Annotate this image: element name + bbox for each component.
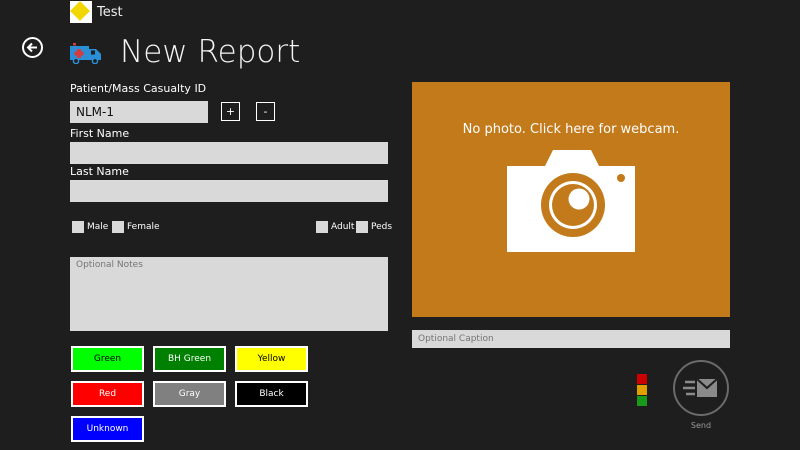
adult-checkbox-label: Adult (331, 222, 355, 232)
send-button[interactable] (673, 360, 729, 416)
adult-checkbox[interactable]: Adult (316, 221, 354, 233)
traffic-yellow-dot (637, 385, 647, 395)
female-checkbox[interactable]: Female (112, 221, 160, 233)
male-checkbox-label: Male (87, 222, 109, 232)
back-arrow-icon (26, 42, 37, 53)
decrement-id-button[interactable]: - (256, 102, 275, 121)
first-name-input[interactable] (70, 142, 388, 164)
app-logo (70, 1, 92, 23)
peds-checkbox[interactable]: Peds (356, 221, 392, 233)
ambulance-icon (70, 43, 101, 64)
app-title: Test (97, 5, 123, 20)
checkbox-box[interactable] (316, 221, 328, 233)
page-title: New Report (120, 34, 301, 70)
triage-green-button[interactable]: Green (71, 346, 144, 372)
send-label: Send (690, 421, 712, 430)
female-checkbox-label: Female (127, 222, 160, 232)
camera-icon (507, 150, 635, 252)
checkbox-box[interactable] (356, 221, 368, 233)
traffic-red-dot (637, 374, 647, 384)
caption-input[interactable] (412, 330, 730, 348)
traffic-green-dot (637, 396, 647, 406)
last-name-input[interactable] (70, 180, 388, 202)
back-button[interactable] (22, 37, 43, 58)
send-mail-icon (683, 378, 718, 397)
webcam-photo-area[interactable]: No photo. Click here for webcam. (412, 82, 730, 317)
last-name-label: Last Name (70, 165, 129, 178)
triage-bh-green-button[interactable]: BH Green (153, 346, 226, 372)
checkbox-box[interactable] (72, 221, 84, 233)
peds-checkbox-label: Peds (371, 222, 393, 232)
triage-red-button[interactable]: Red (71, 381, 144, 407)
notes-textarea[interactable] (70, 257, 388, 331)
male-checkbox[interactable]: Male (72, 221, 108, 233)
triage-gray-button[interactable]: Gray (153, 381, 226, 407)
traffic-light-indicator (637, 374, 647, 407)
first-name-label: First Name (70, 127, 130, 140)
checkbox-box[interactable] (112, 221, 124, 233)
triage-yellow-button[interactable]: Yellow (235, 346, 308, 372)
patient-id-label: Patient/Mass Casualty ID (70, 82, 207, 95)
patient-id-input[interactable] (70, 101, 208, 123)
increment-id-button[interactable]: + (221, 102, 240, 121)
triage-black-button[interactable]: Black (235, 381, 308, 407)
triage-unknown-button[interactable]: Unknown (71, 416, 144, 442)
photo-prompt: No photo. Click here for webcam. (462, 122, 680, 137)
